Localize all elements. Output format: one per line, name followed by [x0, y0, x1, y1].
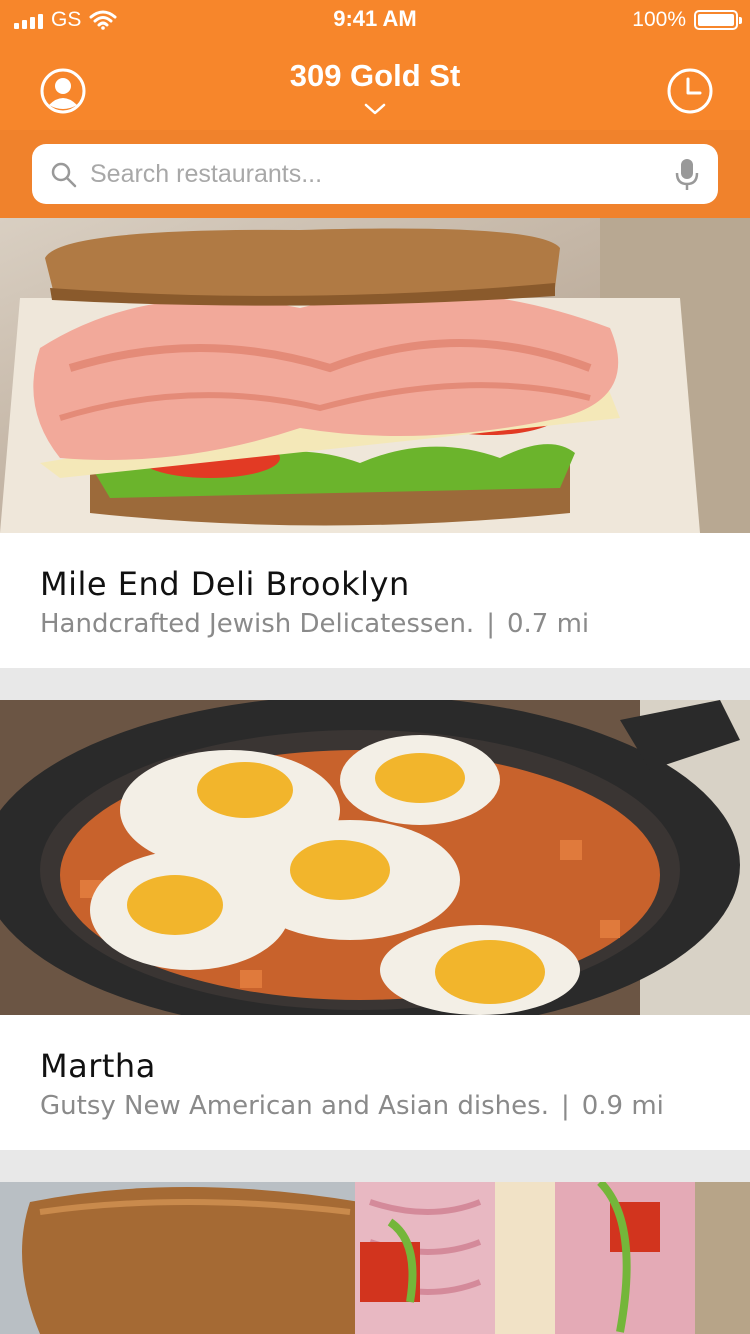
search-icon [51, 162, 77, 188]
nav-bar: 309 Gold St [0, 40, 750, 130]
status-bar: GS 9:41 AM 100% [0, 0, 750, 40]
battery-icon [694, 10, 742, 30]
clock-icon[interactable] [666, 67, 714, 115]
separator: | [486, 609, 495, 639]
restaurant-photo[interactable] [0, 700, 750, 1015]
chevron-down-icon[interactable] [364, 102, 386, 116]
restaurant-description: Handcrafted Jewish Delicatessen. [40, 609, 475, 639]
status-right: 100% [632, 8, 742, 32]
search-box[interactable] [32, 144, 718, 204]
restaurant-info: Martha Gutsy New American and Asian dish… [0, 1015, 750, 1150]
restaurant-card[interactable]: Martha Gutsy New American and Asian dish… [0, 700, 750, 1150]
restaurant-description: Gutsy New American and Asian dishes. [40, 1091, 549, 1121]
restaurant-description-line: Gutsy New American and Asian dishes. | 0.9… [40, 1091, 664, 1121]
restaurant-description-line: Handcrafted Jewish Delicatessen. | 0.7 mi [40, 609, 589, 639]
restaurant-photo[interactable] [0, 1182, 750, 1334]
location-title[interactable]: 309 Gold St [0, 58, 750, 94]
restaurant-distance: 0.7 mi [506, 609, 590, 639]
restaurant-photo[interactable] [0, 218, 750, 533]
restaurant-info: Mile End Deli Brooklyn Handcrafted Jewis… [0, 533, 750, 668]
search-input[interactable] [90, 144, 650, 204]
restaurant-card[interactable]: Mile End Deli Brooklyn Handcrafted Jewis… [0, 218, 750, 668]
search-bar-container [0, 130, 750, 218]
battery-percent: 100% [632, 8, 686, 31]
restaurant-name: Martha [40, 1047, 156, 1085]
restaurant-card[interactable] [0, 1182, 750, 1334]
separator: | [560, 1091, 570, 1121]
restaurant-name: Mile End Deli Brooklyn [40, 565, 410, 603]
microphone-icon[interactable] [674, 158, 700, 192]
restaurant-distance: 0.9 mi [581, 1091, 664, 1121]
